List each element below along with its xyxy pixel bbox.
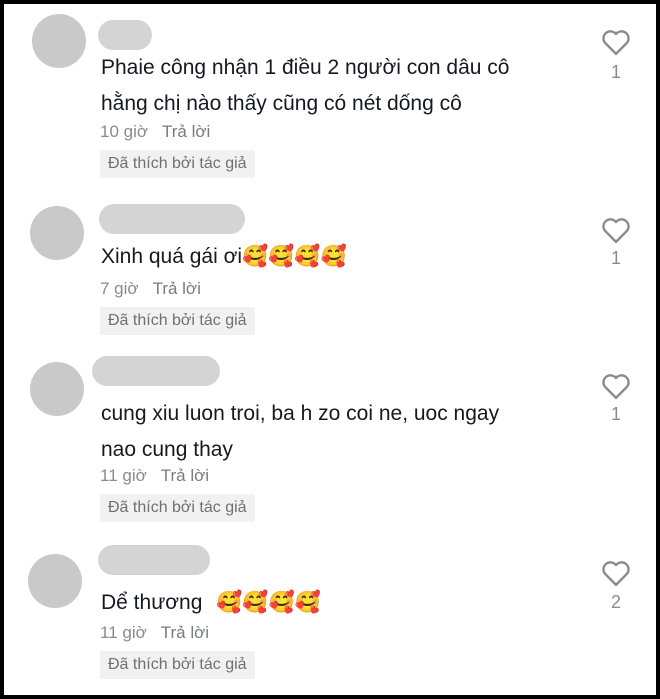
comment-time: 11 giờ <box>100 623 147 642</box>
like-count: 1 <box>610 248 621 268</box>
liked-by-author-badge: Đã thích bởi tác giả <box>100 494 255 522</box>
avatar[interactable] <box>30 206 84 260</box>
emoji-group: 🥰🥰🥰🥰 <box>216 590 321 614</box>
comment-meta: 10 giờ Trả lời <box>100 122 210 142</box>
comment-text-line: cung xiu luon troi, ba h zo coi ne, uoc … <box>101 402 500 425</box>
comment-list: Phaie công nhận 1 điều 2 người con dâu c… <box>4 4 656 695</box>
username-redacted[interactable] <box>98 545 210 575</box>
heart-outline-icon[interactable] <box>601 372 631 400</box>
comment-text-line: nao cung thay <box>101 438 233 461</box>
comment-text-line: hằng chị nào thấy cũng có nét dống cô <box>101 92 462 115</box>
liked-by-author-badge: Đã thích bởi tác giả <box>100 651 255 679</box>
username-redacted[interactable] <box>92 356 220 386</box>
username-redacted[interactable] <box>98 20 152 50</box>
comment-time: 10 giờ <box>100 122 149 141</box>
like-count: 1 <box>610 404 621 424</box>
avatar[interactable] <box>32 14 86 68</box>
comment-time: 11 giờ <box>100 466 147 485</box>
comment-text: cung xiu luon troi, ba h zo coi ne, uoc … <box>101 396 499 468</box>
heart-outline-icon[interactable] <box>601 559 631 587</box>
comment-meta: 7 giờ Trả lời <box>100 279 201 299</box>
liked-by-author-badge: Đã thích bởi tác giả <box>100 150 255 178</box>
comment-meta: 11 giờ Trả lời <box>100 623 209 643</box>
heart-outline-icon[interactable] <box>601 28 631 56</box>
like-count: 2 <box>610 592 621 612</box>
comment-text: Dể thương 🥰🥰🥰🥰 <box>101 584 321 621</box>
reply-button[interactable]: Trả lời <box>161 623 209 642</box>
reply-button[interactable]: Trả lời <box>162 122 210 141</box>
reply-button[interactable]: Trả lời <box>153 279 201 298</box>
comment-text: Phaie công nhận 1 điều 2 người con dâu c… <box>101 50 509 122</box>
username-redacted[interactable] <box>99 204 245 234</box>
avatar[interactable] <box>28 554 82 608</box>
comment-text-line: Xinh quá gái ơi <box>101 245 243 268</box>
reply-button[interactable]: Trả lời <box>161 466 209 485</box>
comment-text-line: Dể thương <box>101 591 203 614</box>
comment-text: Xinh quá gái ơi🥰🥰🥰🥰 <box>101 238 347 275</box>
avatar[interactable] <box>30 362 84 416</box>
comment-text-line: Phaie công nhận 1 điều 2 người con dâu c… <box>101 56 510 79</box>
like-count: 1 <box>610 62 621 82</box>
heart-outline-icon[interactable] <box>601 216 631 244</box>
comment-meta: 11 giờ Trả lời <box>100 466 209 486</box>
liked-by-author-badge: Đã thích bởi tác giả <box>100 307 255 335</box>
comment-time: 7 giờ <box>100 279 139 298</box>
emoji-group: 🥰🥰🥰🥰 <box>242 244 347 268</box>
